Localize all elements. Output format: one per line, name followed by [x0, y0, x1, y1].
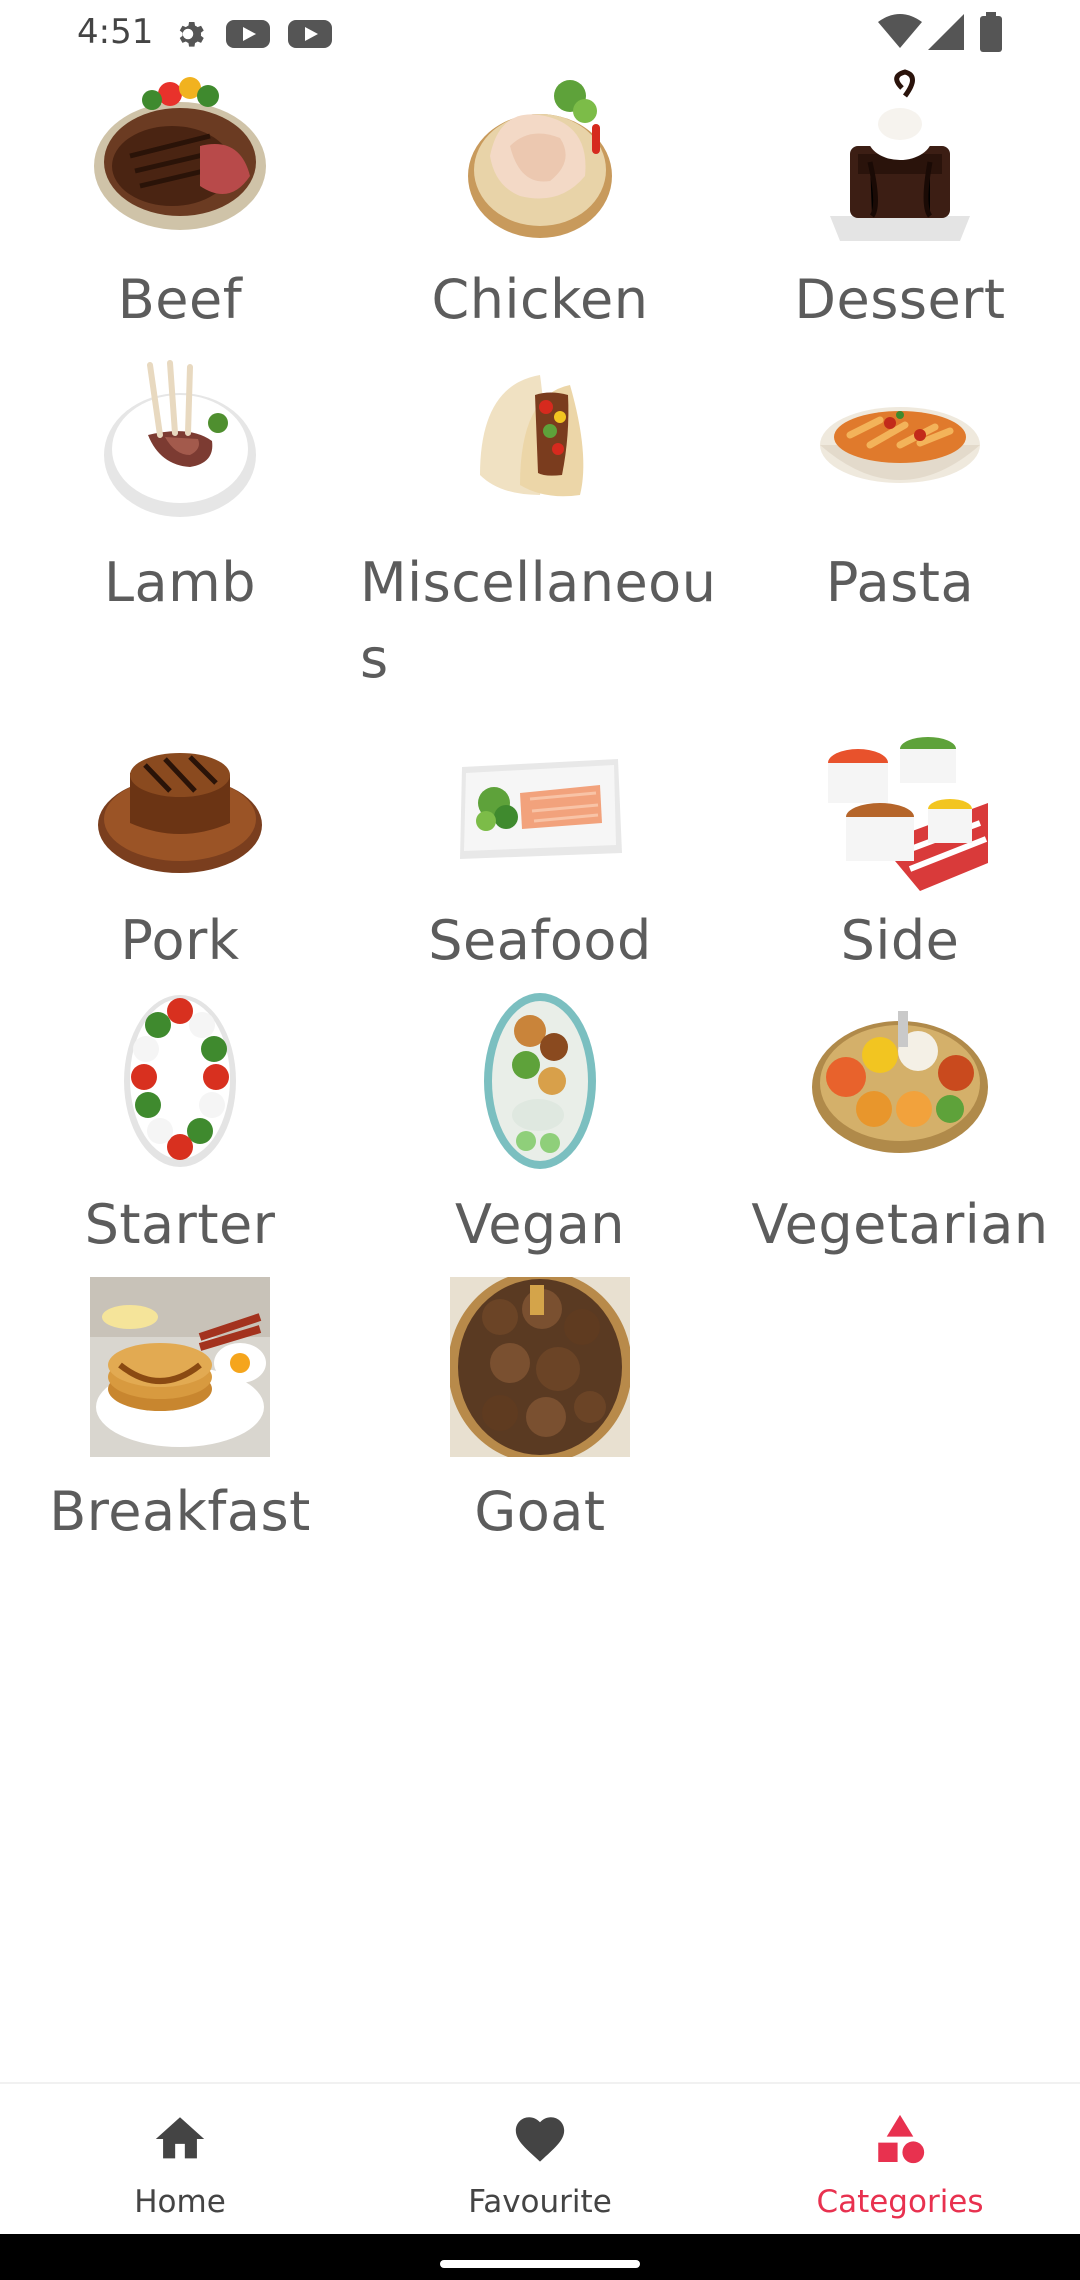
nav-item-favourite[interactable]: Favourite	[360, 2084, 720, 2236]
home-icon	[151, 2110, 209, 2168]
category-pork[interactable]: Pork	[0, 705, 360, 985]
category-miscellaneous[interactable]: Miscellaneous	[360, 345, 720, 695]
category-label: Pork	[120, 909, 240, 972]
category-vegan[interactable]: Vegan	[360, 985, 720, 1270]
home-gesture-handle[interactable]	[440, 2260, 640, 2268]
category-label: Beef	[117, 268, 243, 331]
category-breakfast[interactable]: Breakfast	[0, 1277, 360, 1557]
status-time: 4:51	[77, 12, 154, 52]
breakfast-photo	[90, 1277, 270, 1457]
category-chicken[interactable]: Chicken	[360, 60, 720, 340]
signal-icon	[928, 14, 964, 54]
pork-photo	[90, 713, 270, 893]
status-bar: 4:51	[0, 0, 1080, 66]
vegan-photo	[450, 991, 630, 1171]
youtube-icon	[288, 18, 332, 54]
category-side[interactable]: Side	[720, 705, 1080, 985]
category-label: Goat	[474, 1480, 606, 1543]
category-label: Starter	[84, 1193, 276, 1256]
nav-label-home: Home	[134, 2184, 226, 2220]
beef-photo	[90, 66, 270, 246]
category-seafood[interactable]: Seafood	[360, 705, 720, 985]
miscellaneous-photo	[450, 345, 630, 525]
youtube-icon	[226, 18, 270, 54]
category-label: Breakfast	[49, 1480, 311, 1543]
pasta-photo	[810, 345, 990, 525]
category-label: Dessert	[794, 268, 1006, 331]
wifi-icon	[878, 14, 922, 54]
battery-icon	[980, 12, 1002, 56]
category-label: Seafood	[428, 909, 652, 972]
chicken-photo	[450, 66, 630, 246]
category-label: Miscellaneous	[360, 551, 717, 690]
category-label: Vegetarian	[751, 1193, 1049, 1256]
vegetarian-photo	[810, 991, 990, 1171]
category-pasta[interactable]: Pasta	[720, 345, 1080, 695]
category-goat[interactable]: Goat	[360, 1277, 720, 1557]
goat-photo	[450, 1277, 630, 1457]
category-dessert[interactable]: Dessert	[720, 60, 1080, 340]
lamb-photo	[90, 345, 270, 525]
category-vegetarian[interactable]: Vegetarian	[720, 985, 1080, 1270]
categories-screen: 4:51 Beef Chicken Dessert Lamb Miscellan…	[0, 0, 1080, 2280]
nav-item-categories[interactable]: Categories	[720, 2084, 1080, 2236]
categories-icon	[871, 2110, 929, 2168]
heart-icon	[511, 2110, 569, 2168]
category-label: Vegan	[454, 1193, 626, 1256]
starter-photo	[90, 991, 270, 1171]
category-label: Side	[840, 909, 960, 972]
category-label: Chicken	[431, 268, 649, 331]
nav-item-home[interactable]: Home	[0, 2084, 360, 2236]
dessert-photo	[810, 66, 990, 246]
bottom-navigation: Home Favourite Categories	[0, 2082, 1080, 2236]
gesture-navigation-area	[0, 2234, 1080, 2280]
category-label: Lamb	[103, 551, 257, 614]
gear-icon	[170, 16, 206, 56]
category-starter[interactable]: Starter	[0, 985, 360, 1270]
category-lamb[interactable]: Lamb	[0, 345, 360, 695]
nav-label-categories: Categories	[816, 2184, 984, 2220]
seafood-photo	[450, 713, 630, 893]
side-photo	[810, 713, 990, 893]
category-beef[interactable]: Beef	[0, 60, 360, 340]
category-label: Pasta	[825, 551, 975, 614]
nav-label-favourite: Favourite	[468, 2184, 612, 2220]
